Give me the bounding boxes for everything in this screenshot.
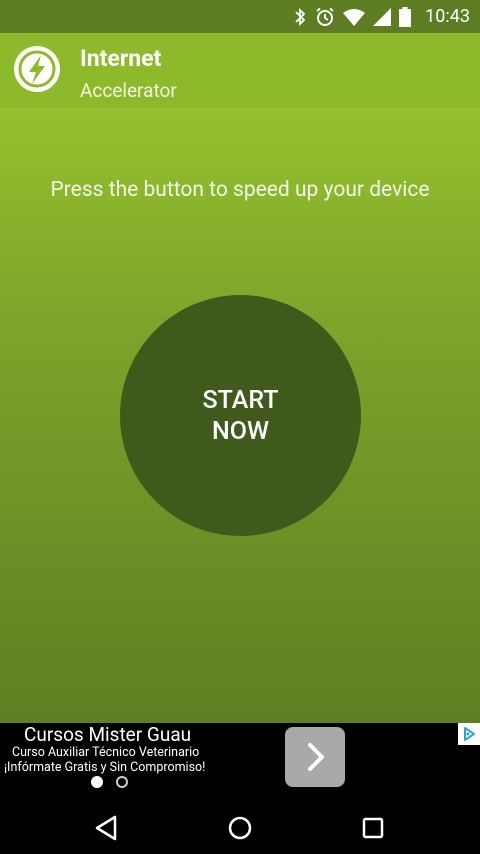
ad-page-dot[interactable] [116,776,128,788]
ad-banner[interactable]: Cursos Mister Guau Curso Auxiliar Técnic… [0,723,480,800]
status-bar: 10:43 [0,0,480,33]
app-bar: Internet Accelerator [0,33,480,108]
ad-page-indicator [91,776,128,788]
alarm-icon [316,7,334,26]
ad-title[interactable]: Cursos Mister Guau [24,723,191,746]
bluetooth-icon [295,7,306,26]
recents-icon[interactable] [353,808,393,848]
ad-description-line-2: ¡Infórmate Gratis y Sin Compromiso! [4,760,206,775]
instruction-text: Press the button to speed up your device [50,178,430,202]
signal-icon [373,7,392,26]
screen: 10:43 Internet Accelerator Press the but… [0,0,480,854]
app-subtitle: Accelerator [80,79,177,102]
status-time: 10:43 [425,6,470,27]
ad-open-button[interactable] [285,727,345,787]
home-icon[interactable] [220,808,260,848]
chevron-right-icon [308,743,324,771]
wifi-icon [343,8,366,26]
ad-page-dot-active[interactable] [91,776,103,788]
status-icons: 10:43 [293,0,470,33]
app-logo [14,46,60,92]
system-nav-bar [0,800,480,854]
ad-choices-icon[interactable] [458,723,480,745]
ad-description-line-1: Curso Auxiliar Técnico Veterinario [12,745,200,760]
battery-icon [399,6,412,27]
main-content: Press the button to speed up your device… [0,108,480,723]
back-icon[interactable] [86,808,126,848]
start-now-label: START NOW [202,385,279,446]
app-title: Internet [80,45,162,72]
lightning-bolt-icon [18,50,56,88]
start-now-button[interactable]: START NOW [120,295,361,536]
